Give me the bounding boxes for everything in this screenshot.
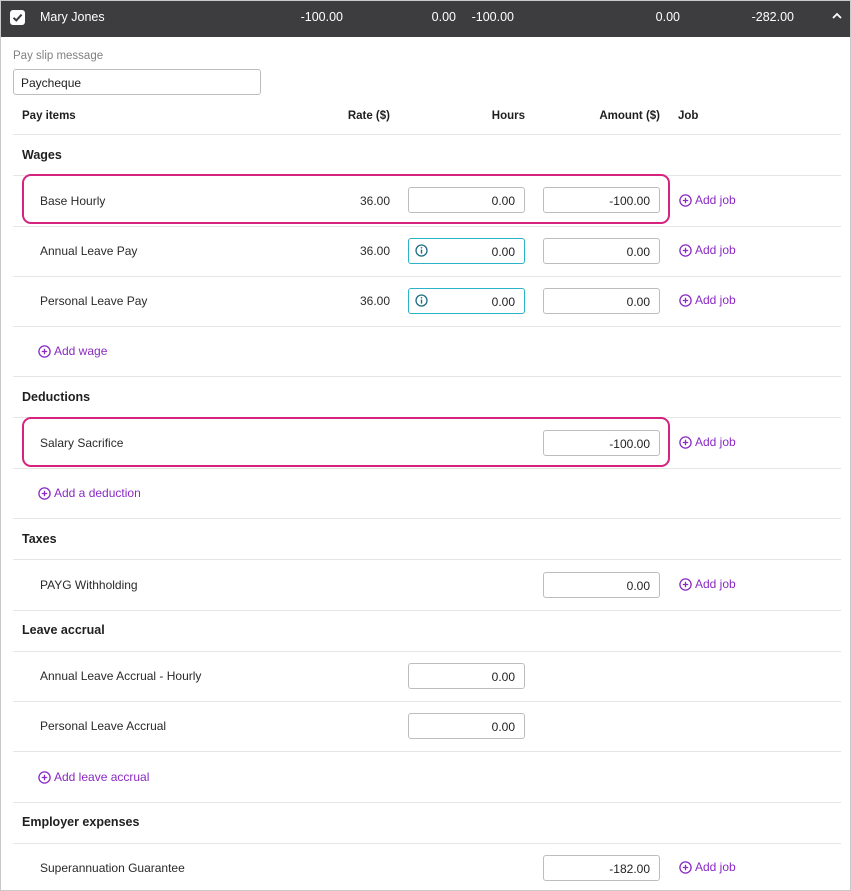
add-wage-link[interactable]: Add wage: [38, 344, 107, 358]
hours-value: 0.00: [491, 720, 515, 734]
section-title-leave-accrual: Leave accrual: [22, 623, 105, 637]
section-title-wages: Wages: [22, 148, 62, 162]
add-job-label: Add job: [695, 293, 736, 307]
pay-slip-message-input[interactable]: Paycheque: [13, 69, 261, 95]
add-circle-icon: [679, 193, 692, 207]
divider: [13, 326, 841, 327]
add-job-link[interactable]: Add job: [679, 293, 736, 307]
amount-input[interactable]: 0.00: [543, 288, 660, 314]
add-deduction-label: Add a deduction: [54, 486, 141, 500]
employee-checkbox[interactable]: [10, 10, 25, 25]
checkmark-icon: [12, 13, 23, 22]
add-job-link[interactable]: Add job: [679, 860, 736, 874]
divider: [13, 802, 841, 803]
amount-value: -182.00: [609, 862, 650, 876]
amount-input[interactable]: -100.00: [543, 430, 660, 456]
pay-slip-message-value: Paycheque: [21, 76, 82, 90]
amount-value: -100.00: [609, 437, 650, 451]
section-title-employer-expenses: Employer expenses: [22, 815, 140, 829]
employee-header-row[interactable]: Mary Jones -100.00 0.00 -100.00 0.00 -28…: [1, 1, 850, 37]
add-job-label: Add job: [695, 435, 736, 449]
section-title-taxes: Taxes: [22, 532, 57, 546]
leave-accrual-row-label: Annual Leave Accrual - Hourly: [40, 669, 202, 683]
add-job-link[interactable]: Add job: [679, 435, 736, 449]
add-circle-icon: [679, 577, 692, 591]
hours-input[interactable]: 0.00: [408, 663, 525, 689]
employer-expense-row-label: Superannuation Guarantee: [40, 861, 185, 875]
hours-input[interactable]: 0.00: [408, 713, 525, 739]
header-value-3: -100.00: [471, 10, 514, 24]
employee-name: Mary Jones: [40, 10, 105, 24]
hours-value: 0.00: [491, 194, 515, 208]
add-job-link[interactable]: Add job: [679, 577, 736, 591]
add-leave-accrual-link[interactable]: Add leave accrual: [38, 770, 149, 784]
add-circle-icon: [679, 435, 692, 449]
divider: [13, 701, 841, 702]
amount-input[interactable]: 0.00: [543, 572, 660, 598]
divider: [13, 276, 841, 277]
column-pay-items: Pay items: [22, 110, 76, 122]
amount-value: 0.00: [626, 245, 650, 259]
column-job: Job: [678, 110, 699, 122]
add-circle-icon: [679, 860, 692, 874]
hours-value: 0.00: [491, 245, 515, 259]
divider: [13, 559, 841, 560]
amount-input[interactable]: -182.00: [543, 855, 660, 881]
divider: [13, 226, 841, 227]
add-job-label: Add job: [695, 577, 736, 591]
wage-rate: 36.00: [359, 244, 390, 258]
hours-input[interactable]: 0.00: [408, 187, 525, 213]
section-title-deductions: Deductions: [22, 390, 91, 404]
column-hours: Hours: [491, 110, 525, 122]
column-rate: Rate ($): [347, 110, 390, 122]
add-wage-label: Add wage: [54, 344, 108, 358]
amount-input[interactable]: 0.00: [543, 238, 660, 264]
pay-slip-message-label: Pay slip message: [13, 50, 104, 62]
deduction-row-label: Salary Sacrifice: [40, 436, 124, 450]
header-value-4: 0.00: [655, 10, 680, 24]
hours-input[interactable]: 0.00: [408, 238, 525, 264]
info-icon[interactable]: [415, 244, 428, 257]
hours-value: 0.00: [491, 670, 515, 684]
divider: [13, 651, 841, 652]
divider: [13, 468, 841, 469]
add-job-label: Add job: [695, 193, 736, 207]
divider: [13, 376, 841, 377]
header-value-1: -100.00: [300, 10, 343, 24]
tax-row-label: PAYG Withholding: [40, 578, 138, 592]
amount-value: -100.00: [609, 194, 650, 208]
divider: [13, 134, 841, 135]
divider: [13, 610, 841, 611]
wage-row-label: Base Hourly: [40, 194, 106, 208]
add-deduction-link[interactable]: Add a deduction: [38, 486, 141, 500]
chevron-up-icon[interactable]: [830, 9, 844, 23]
wage-row-label: Personal Leave Pay: [40, 294, 148, 308]
hours-value: 0.00: [491, 295, 515, 309]
header-value-5: -282.00: [751, 10, 794, 24]
amount-value: 0.00: [626, 295, 650, 309]
add-leave-accrual-label: Add leave accrual: [54, 770, 150, 784]
divider: [13, 518, 841, 519]
add-circle-icon: [38, 486, 51, 500]
add-job-label: Add job: [695, 243, 736, 257]
add-circle-icon: [38, 770, 51, 784]
add-circle-icon: [679, 293, 692, 307]
add-circle-icon: [679, 243, 692, 257]
add-job-link[interactable]: Add job: [679, 193, 736, 207]
divider: [13, 843, 841, 844]
wage-rate: 36.00: [359, 294, 390, 308]
amount-value: 0.00: [626, 579, 650, 593]
column-amount: Amount ($): [599, 110, 660, 122]
add-job-link[interactable]: Add job: [679, 243, 736, 257]
hours-input[interactable]: 0.00: [408, 288, 525, 314]
wage-row-label: Annual Leave Pay: [40, 244, 138, 258]
wage-rate: 36.00: [359, 194, 390, 208]
divider: [13, 751, 841, 752]
leave-accrual-row-label: Personal Leave Accrual: [40, 719, 167, 733]
info-icon[interactable]: [415, 294, 428, 307]
amount-input[interactable]: -100.00: [543, 187, 660, 213]
add-job-label: Add job: [695, 860, 736, 874]
add-circle-icon: [38, 344, 51, 358]
